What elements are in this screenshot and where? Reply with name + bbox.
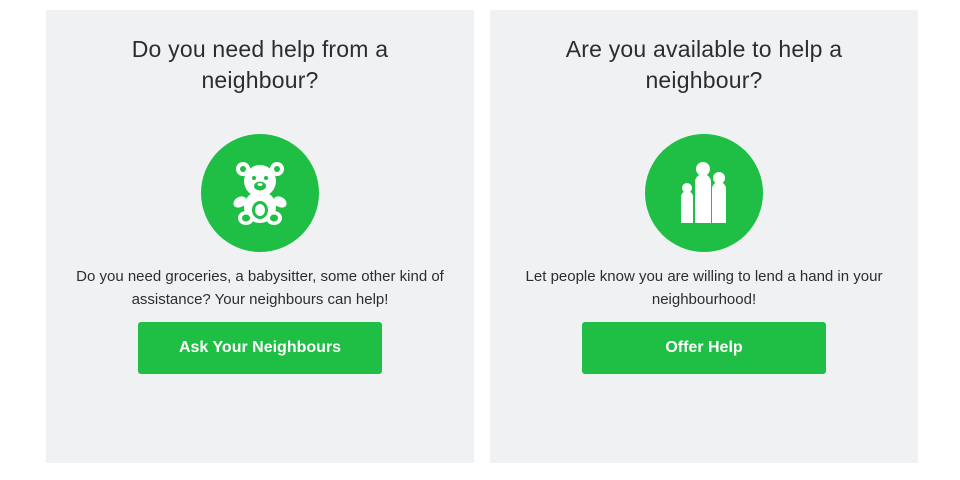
offer-help-icon-circle <box>645 134 763 252</box>
offer-help-description: Let people know you are willing to lend … <box>525 268 883 308</box>
offer-help-title: Are you available to help a neighbour? <box>565 36 843 93</box>
need-help-description: Do you need groceries, a babysitter, som… <box>76 268 444 308</box>
ask-your-neighbours-button[interactable]: Ask Your Neighbours <box>138 322 382 374</box>
offer-help-card: Are you available to help a neighbour? L… <box>490 10 918 463</box>
people-group-icon <box>681 162 726 223</box>
need-help-icon-circle <box>201 134 319 252</box>
teddy-bear-icon <box>233 162 287 225</box>
need-help-title: Do you need help from a neighbour? <box>131 36 389 93</box>
offer-help-button[interactable]: Offer Help <box>582 322 826 374</box>
need-help-card: Do you need help from a neighbour? Do yo… <box>46 10 474 463</box>
